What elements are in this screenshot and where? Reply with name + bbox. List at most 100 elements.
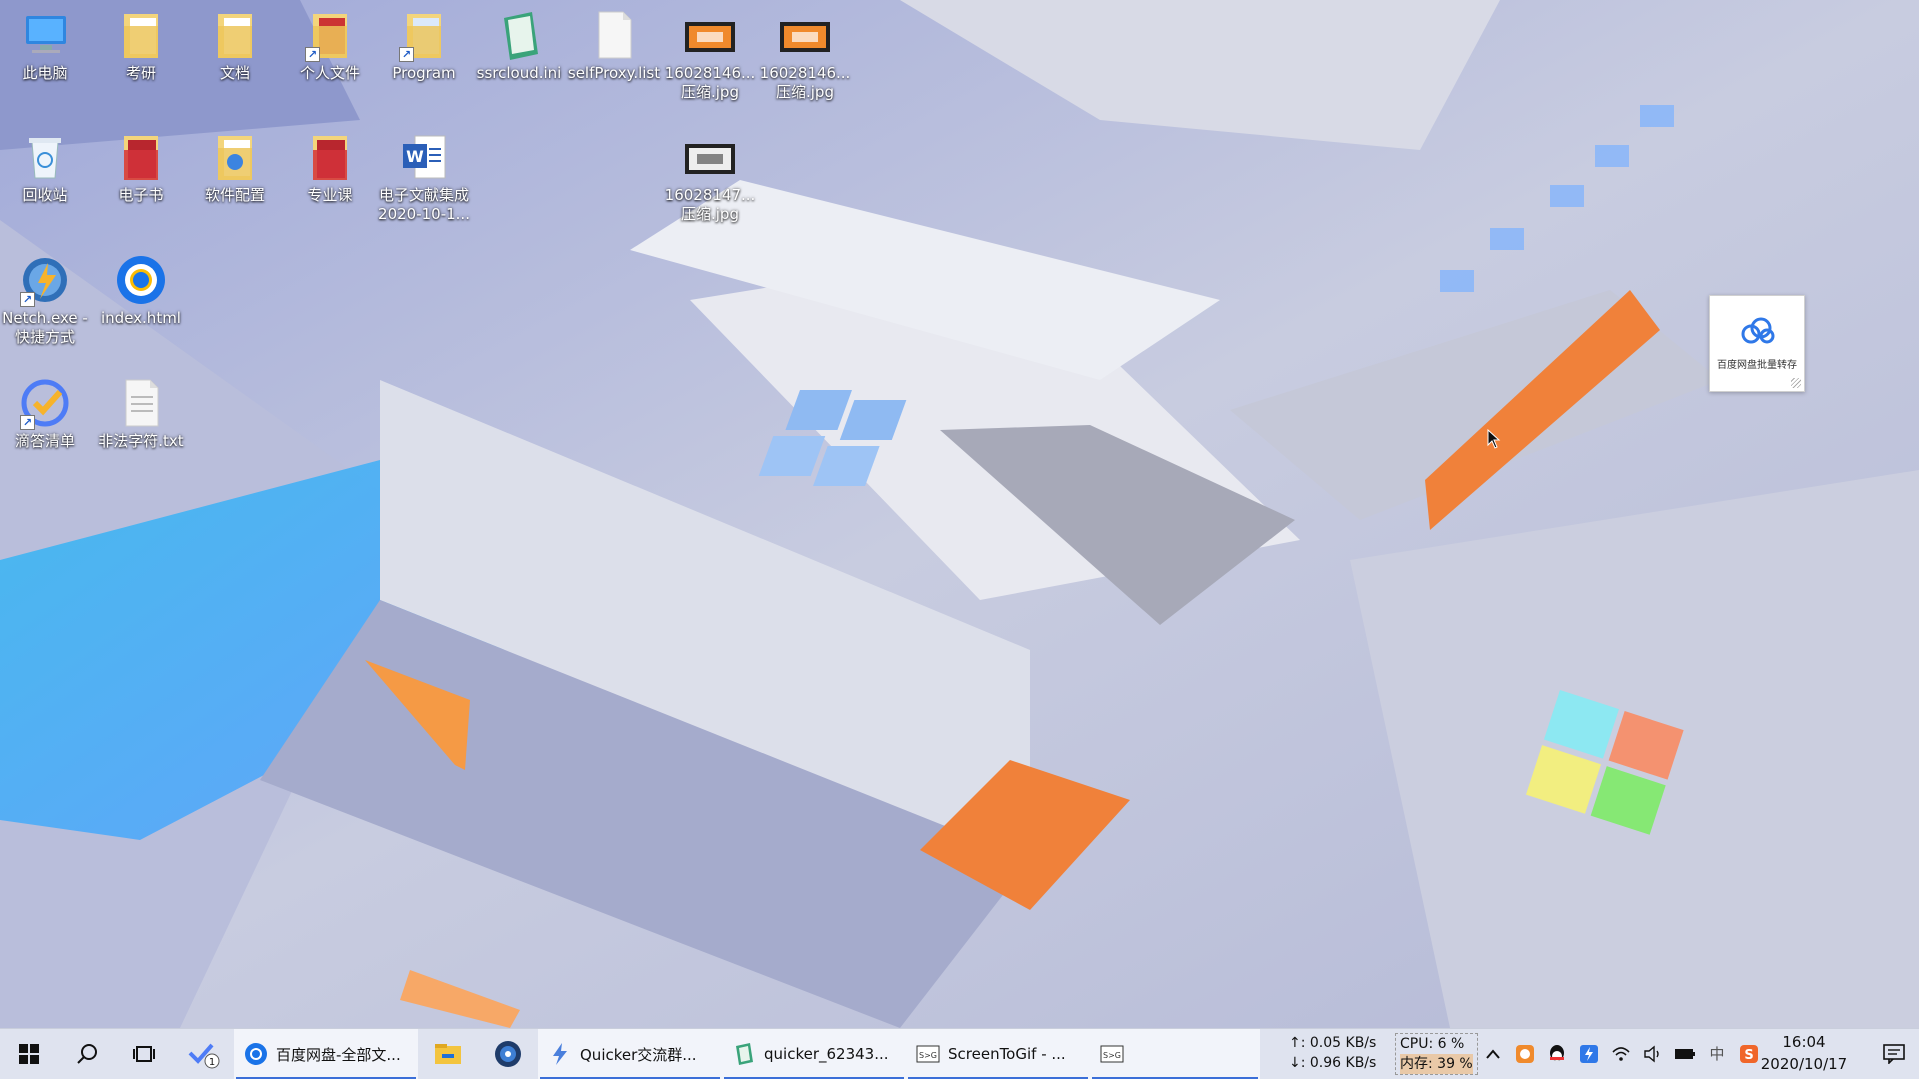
desktop-icon-label: 16028147... 压缩.jpg <box>664 186 756 223</box>
desktop-icon-label: 16028146... 压缩.jpg <box>664 64 756 101</box>
memory-usage: 内存: 39 % <box>1400 1054 1473 1074</box>
desktop-icon-txt-file[interactable]: 非法字符.txt <box>94 376 188 451</box>
netch-app-icon: ↗ <box>18 253 72 307</box>
network-speed-monitor: ↑: 0.05 KB/s ↓: 0.96 KB/s <box>1289 1033 1376 1073</box>
computer-icon <box>18 8 72 62</box>
desktop-icon-major-courses[interactable]: 专业课 <box>283 130 377 205</box>
svg-text:S>G: S>G <box>1103 1051 1121 1060</box>
folder-red-icon <box>114 130 168 184</box>
quicker-tray-icon[interactable] <box>1576 1041 1602 1067</box>
notepad-icon <box>736 1043 753 1065</box>
desktop-icon-label: 专业课 <box>307 186 353 204</box>
app-disc-icon <box>495 1041 521 1067</box>
desktop-icon-label: 文档 <box>219 64 250 82</box>
folder-shortcut-icon: ↗ <box>303 8 357 62</box>
desktop-icon-index-html[interactable]: index.html <box>94 253 188 328</box>
desktop-icon-image-1[interactable]: 16028146... 压缩.jpg <box>663 8 757 102</box>
folder-shortcut-icon: ↗ <box>397 8 451 62</box>
taskbar-app-file-explorer[interactable] <box>418 1029 478 1079</box>
ini-file-icon <box>492 8 546 62</box>
svg-text:W: W <box>406 147 424 166</box>
folder-red-icon <box>303 130 357 184</box>
desktop-icon-label: 非法字符.txt <box>98 432 184 450</box>
desktop-icon-netch[interactable]: ↗ Netch.exe - 快捷方式 <box>0 253 92 347</box>
baidu-batch-transfer-widget[interactable]: 百度网盘批量转存 <box>1709 295 1805 392</box>
desktop-icon-image-3[interactable]: 16028147... 压缩.jpg <box>663 130 757 224</box>
desktop-icon-image-2[interactable]: 16028146... 压缩.jpg <box>758 8 852 102</box>
ime-label: 中 <box>1709 1045 1725 1063</box>
taskbar-app-chrome-baidu[interactable]: 百度网盘-全部文... <box>234 1028 418 1079</box>
desktop-icon-software-config[interactable]: 软件配置 <box>188 130 282 205</box>
taskbar-app-notepad[interactable]: quicker_62343... <box>722 1028 906 1079</box>
taskbar-app-title: quicker_62343... <box>764 1045 889 1063</box>
ticktick-icon: 1 <box>188 1043 220 1069</box>
clock-date: 2020/10/17 <box>1760 1055 1848 1073</box>
desktop-icon-ticktick[interactable]: ↗ 滴答清单 <box>0 376 92 451</box>
folder-icon <box>208 130 262 184</box>
desktop-icon-label: 16028146... 压缩.jpg <box>759 64 851 101</box>
desktop-icon-this-pc[interactable]: 此电脑 <box>0 8 92 83</box>
desktop-icon-label: 回收站 <box>22 186 68 204</box>
taskbar-app-quicker[interactable]: Quicker交流群... <box>538 1028 722 1079</box>
action-center-button[interactable] <box>1868 1028 1919 1079</box>
upload-speed: ↑: 0.05 KB/s <box>1289 1035 1377 1051</box>
desktop-icon-label: 考研 <box>125 64 156 82</box>
task-view-button[interactable] <box>116 1029 174 1079</box>
desktop-icon-kaoyan[interactable]: 考研 <box>94 8 188 83</box>
qq-icon[interactable] <box>1544 1041 1570 1067</box>
chevron-up-icon[interactable] <box>1480 1041 1506 1067</box>
taskbar-app-disc[interactable] <box>478 1029 538 1079</box>
taskbar-clock[interactable]: 16:04 2020/10/17 <box>1748 1031 1860 1075</box>
chrome-icon <box>114 253 168 307</box>
taskbar-app-screentogif-recorder[interactable]: S>G <box>1090 1028 1260 1079</box>
desktop-icon-label: 电子文献集成 2020-10-1... <box>378 186 470 223</box>
download-speed: ↓: 0.96 KB/s <box>1289 1055 1377 1071</box>
baidu-cloud-icon <box>1737 316 1777 350</box>
blank-file-icon <box>587 8 641 62</box>
start-button[interactable] <box>0 1029 58 1079</box>
clock-time: 16:04 <box>1782 1033 1826 1051</box>
desktop-icon-selfproxy-list[interactable]: selfProxy.list <box>567 8 661 83</box>
ticktick-icon: ↗ <box>18 376 72 430</box>
volume-icon[interactable] <box>1640 1041 1666 1067</box>
folder-icon <box>208 8 262 62</box>
desktop-icon-label: selfProxy.list <box>567 64 661 82</box>
desktop-icon-ebooks[interactable]: 电子书 <box>94 130 188 205</box>
screentogif-icon: S>G <box>916 1045 940 1063</box>
screentogif-icon: S>G <box>1100 1045 1124 1063</box>
desktop-icon-label: 此电脑 <box>22 64 68 82</box>
desktop-icon-documents[interactable]: 文档 <box>188 8 282 83</box>
image-thumbnail-icon <box>683 130 737 184</box>
folder-icon <box>114 8 168 62</box>
image-thumbnail-icon <box>778 8 832 62</box>
desktop-icon-label: Program <box>392 64 456 82</box>
desktop-icon-label: index.html <box>101 309 181 327</box>
orange-app-icon[interactable] <box>1512 1041 1538 1067</box>
desktop-icon-program[interactable]: ↗ Program <box>377 8 471 83</box>
cpu-usage: CPU: 6 % <box>1400 1036 1465 1052</box>
desktop-icon-label: 电子书 <box>118 186 164 204</box>
desktop-icon-word-doc[interactable]: W 电子文献集成 2020-10-1... <box>377 130 471 224</box>
taskbar-app-screentogif[interactable]: S>G ScreenToGif - ... <box>906 1028 1090 1079</box>
ime-icon[interactable]: 中 <box>1704 1041 1730 1067</box>
task-view-icon <box>133 1046 155 1062</box>
badge-count: 1 <box>209 1057 215 1068</box>
quicker-icon <box>553 1043 567 1065</box>
system-monitor[interactable]: CPU: 6 % 内存: 39 % <box>1395 1033 1478 1075</box>
notification-icon <box>1882 1043 1905 1064</box>
desktop-icon-ssrcloud-ini[interactable]: ssrcloud.ini <box>472 8 566 83</box>
taskbar-app-title: Quicker交流群... <box>580 1045 697 1064</box>
search-button[interactable] <box>58 1029 116 1079</box>
desktop-icon-recycle-bin[interactable]: 回收站 <box>0 130 92 205</box>
desktop-icon-label: 个人文件 <box>299 64 360 82</box>
desktop-icon-label: ssrcloud.ini <box>476 64 562 82</box>
desktop-icon-personal-files[interactable]: ↗ 个人文件 <box>283 8 377 83</box>
resize-grip-icon[interactable] <box>1791 378 1801 388</box>
search-icon <box>77 1044 97 1064</box>
battery-icon[interactable] <box>1672 1041 1698 1067</box>
widget-label: 百度网盘批量转存 <box>1717 360 1797 371</box>
wifi-icon[interactable] <box>1608 1041 1634 1067</box>
mouse-cursor-icon <box>1487 428 1501 449</box>
taskbar-pinned-ticktick[interactable]: 1 <box>174 1029 234 1079</box>
taskbar-app-title: ScreenToGif - ... <box>948 1045 1066 1063</box>
